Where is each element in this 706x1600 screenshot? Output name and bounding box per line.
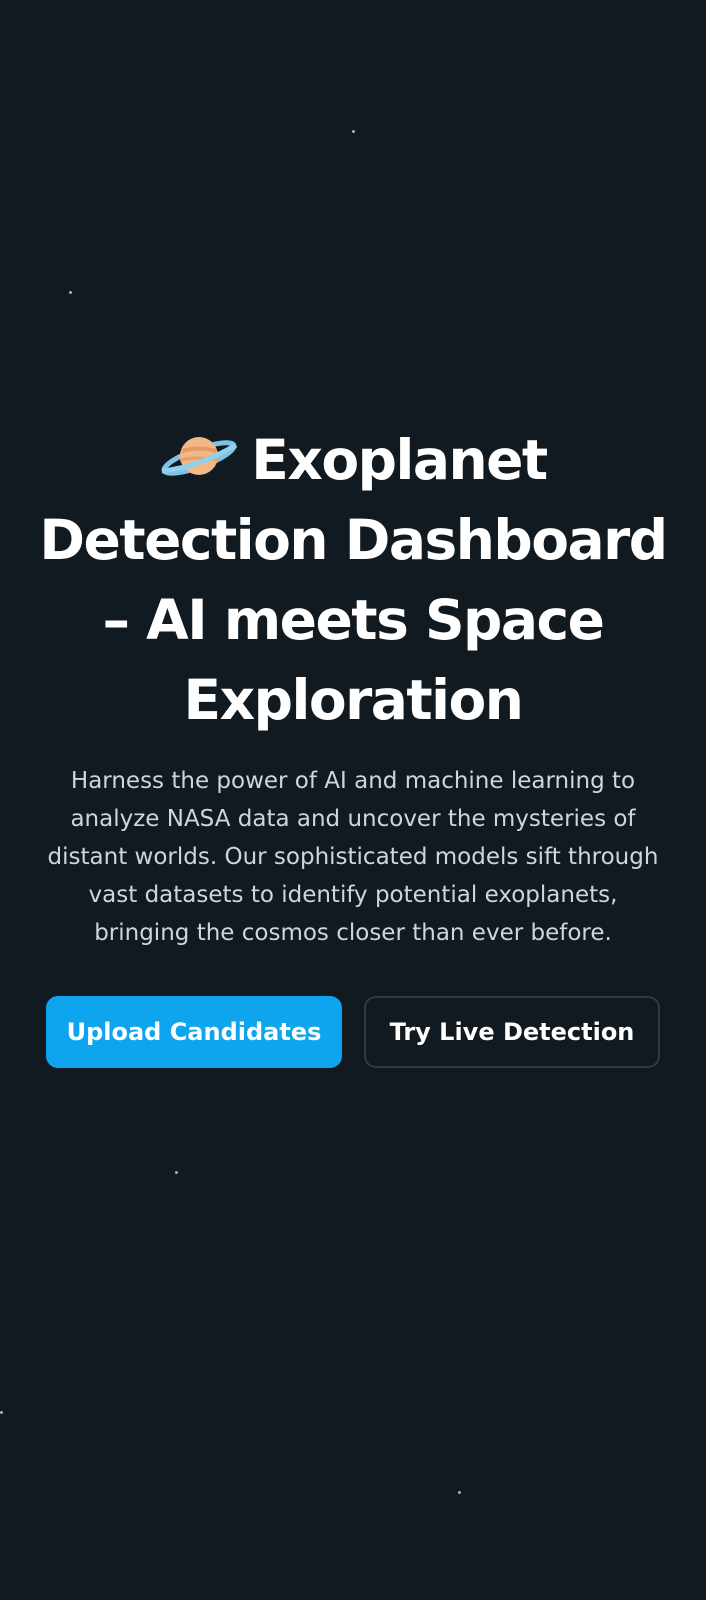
try-live-detection-button[interactable]: Try Live Detection: [364, 996, 660, 1068]
hero-section: Exoplanet Detection Dashboard – AI meets…: [0, 420, 706, 1068]
upload-candidates-label: Upload Candidates: [66, 1018, 322, 1046]
star: [458, 1491, 461, 1494]
star: [352, 130, 355, 133]
star: [69, 291, 72, 294]
try-live-detection-label: Try Live Detection: [389, 1018, 635, 1046]
star: [175, 1171, 178, 1174]
star: [0, 1411, 3, 1414]
upload-candidates-button[interactable]: Upload Candidates: [46, 996, 342, 1068]
cta-button-group: Upload Candidates Try Live Detection: [46, 996, 660, 1068]
page-title: Exoplanet Detection Dashboard – AI meets…: [28, 420, 678, 740]
ringed-planet-icon: [161, 437, 238, 476]
title-text: Exoplanet Detection Dashboard – AI meets…: [39, 428, 668, 732]
hero-description: Harness the power of AI and machine lear…: [47, 768, 659, 946]
